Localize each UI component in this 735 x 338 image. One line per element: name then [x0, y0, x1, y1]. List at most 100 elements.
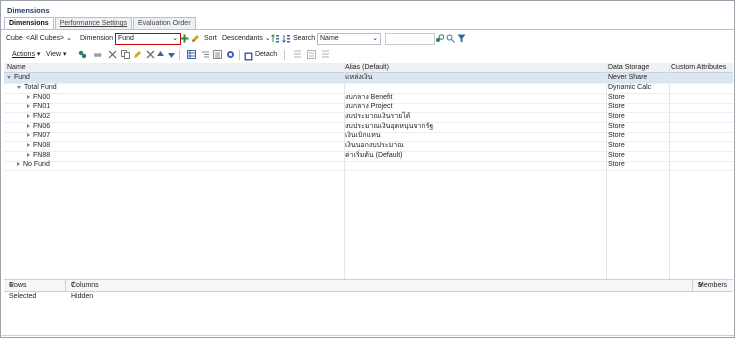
- row-name: No Fund: [17, 160, 50, 170]
- expand-arrow-icon[interactable]: [27, 104, 30, 109]
- caret-down-icon: ▾: [36, 51, 41, 58]
- panel-bottom-border: [1, 335, 734, 336]
- search-field-select-value: Name: [320, 35, 339, 42]
- descendants-select[interactable]: Descendants ⌄: [222, 32, 271, 45]
- sort-label: Sort: [204, 35, 217, 42]
- list-icon[interactable]: [213, 50, 222, 63]
- tab-bar: Dimensions Performance Settings Evaluati…: [4, 17, 197, 29]
- columns-hidden-label: Columns Hidden: [71, 282, 99, 300]
- expand-arrow-icon[interactable]: [27, 95, 30, 100]
- toolbar-separator: [179, 50, 180, 60]
- table-row[interactable]: No Fund Store: [4, 160, 733, 171]
- cube-select[interactable]: <All Cubes> ⌄: [26, 32, 72, 45]
- grid-view-icon[interactable]: [187, 50, 196, 63]
- actions-menu[interactable]: Actions ▾: [12, 48, 40, 61]
- tab-performance-settings[interactable]: Performance Settings: [54, 17, 132, 29]
- expand-arrow-icon[interactable]: [27, 153, 30, 158]
- chevron-down-icon: ⌄: [264, 35, 271, 42]
- search-members-icon[interactable]: [435, 34, 445, 43]
- row-alias: แหล่งเงิน: [345, 74, 373, 81]
- edit-pencil-icon[interactable]: [133, 50, 142, 63]
- row-name: FN02: [27, 112, 50, 122]
- expand-all-icon[interactable]: [307, 50, 316, 63]
- tab-dimensions[interactable]: Dimensions: [4, 17, 54, 29]
- add-member-icon[interactable]: [180, 34, 189, 43]
- status-divider: [65, 280, 66, 291]
- grid-header: Name Alias (Default) Data Storage Custom…: [4, 63, 733, 73]
- move-down-icon[interactable]: [167, 50, 176, 63]
- filter-toolbar: Cube <All Cubes> ⌄ Dimension Fund ⌄ Sort…: [1, 32, 734, 45]
- filter-icon[interactable]: [457, 34, 466, 43]
- dimension-select-value: Fund: [118, 35, 134, 42]
- page-title: Dimensions: [7, 6, 50, 15]
- expand-arrow-icon[interactable]: [27, 143, 30, 148]
- cube-label: Cube: [6, 35, 23, 42]
- status-divider: [692, 280, 693, 291]
- row-name: FN07: [27, 131, 50, 141]
- chevron-down-icon: ⌄: [66, 35, 72, 42]
- delete-icon[interactable]: [146, 50, 155, 63]
- collapse-all-icon[interactable]: [293, 50, 302, 63]
- cube-select-value: <All Cubes>: [26, 35, 65, 42]
- copy-icon[interactable]: [121, 50, 130, 63]
- expand-arrow-icon[interactable]: [27, 124, 30, 129]
- chevron-down-icon: ⌄: [372, 35, 378, 42]
- search-label: Search: [293, 35, 316, 42]
- column-header-alias[interactable]: Alias (Default): [345, 63, 389, 72]
- rows-selected-value: 1: [9, 282, 13, 289]
- actions-toolbar: Actions ▾ View ▾ Detach: [1, 48, 734, 61]
- row-data-storage: Never Share: [608, 74, 648, 81]
- edit-pencil-icon[interactable]: [191, 34, 200, 43]
- add-sibling-icon[interactable]: [93, 50, 102, 63]
- view-menu-label: View: [46, 51, 62, 58]
- detach-icon: [244, 52, 253, 61]
- expand-arrow-icon[interactable]: [17, 162, 20, 167]
- attribute-icon[interactable]: [226, 50, 235, 63]
- tab-evaluation-order[interactable]: Evaluation Order: [133, 17, 196, 29]
- row-data-storage: Store: [608, 132, 625, 139]
- members-value: 9: [698, 282, 702, 289]
- indent-icon[interactable]: [201, 50, 210, 63]
- caret-down-icon: ▾: [63, 51, 67, 58]
- row-name: Fund: [7, 73, 30, 83]
- collapse-arrow-icon[interactable]: [17, 85, 21, 89]
- row-name: Total Fund: [17, 83, 57, 93]
- collapse-arrow-icon[interactable]: [7, 75, 11, 79]
- search-input[interactable]: [385, 33, 435, 45]
- row-name: FN08: [27, 141, 50, 151]
- toolbar-separator: [239, 50, 240, 60]
- column-header-custom-attributes[interactable]: Custom Attributes: [671, 63, 726, 72]
- refresh-icon[interactable]: [321, 50, 330, 63]
- row-alias: งบประมาณเงินรายได้: [345, 113, 411, 120]
- search-field-select[interactable]: Name ⌄: [317, 33, 381, 45]
- detach-label: Detach: [254, 51, 278, 58]
- expand-arrow-icon[interactable]: [27, 133, 30, 138]
- row-alias: เงินเบิกแทน: [345, 132, 381, 139]
- view-menu[interactable]: View ▾: [46, 48, 67, 61]
- status-bar: Rows Selected 1 Columns Hidden 7 Members…: [4, 279, 733, 300]
- chevron-down-icon: ⌄: [172, 35, 178, 42]
- sort-descending-icon[interactable]: [282, 34, 291, 43]
- members-label: Members: [698, 282, 728, 289]
- expand-arrow-icon[interactable]: [27, 114, 30, 119]
- toolbar-separator: [284, 50, 285, 60]
- dimension-select[interactable]: Fund ⌄: [115, 33, 181, 45]
- dimension-label: Dimension: [80, 35, 114, 42]
- row-name: FN01: [27, 102, 50, 112]
- rows-selected-label: Rows Selected: [9, 282, 37, 300]
- row-data-storage: Store: [608, 103, 625, 110]
- sort-ascending-icon[interactable]: [271, 34, 280, 43]
- cut-icon[interactable]: [108, 50, 117, 63]
- row-alias: เงินนอกงบประมาณ: [345, 142, 404, 149]
- detach-button[interactable]: Detach: [244, 48, 277, 61]
- column-header-name[interactable]: Name: [7, 63, 26, 72]
- find-icon[interactable]: [446, 34, 455, 43]
- row-alias: งบกลาง Project: [345, 103, 393, 110]
- column-header-data-storage[interactable]: Data Storage: [608, 63, 649, 72]
- actions-menu-label: Actions: [12, 51, 35, 58]
- columns-hidden-value: 7: [71, 282, 75, 289]
- row-data-storage: Store: [608, 113, 625, 120]
- row-data-storage: Store: [608, 142, 625, 149]
- move-up-icon[interactable]: [156, 50, 165, 63]
- add-child-icon[interactable]: [78, 50, 87, 63]
